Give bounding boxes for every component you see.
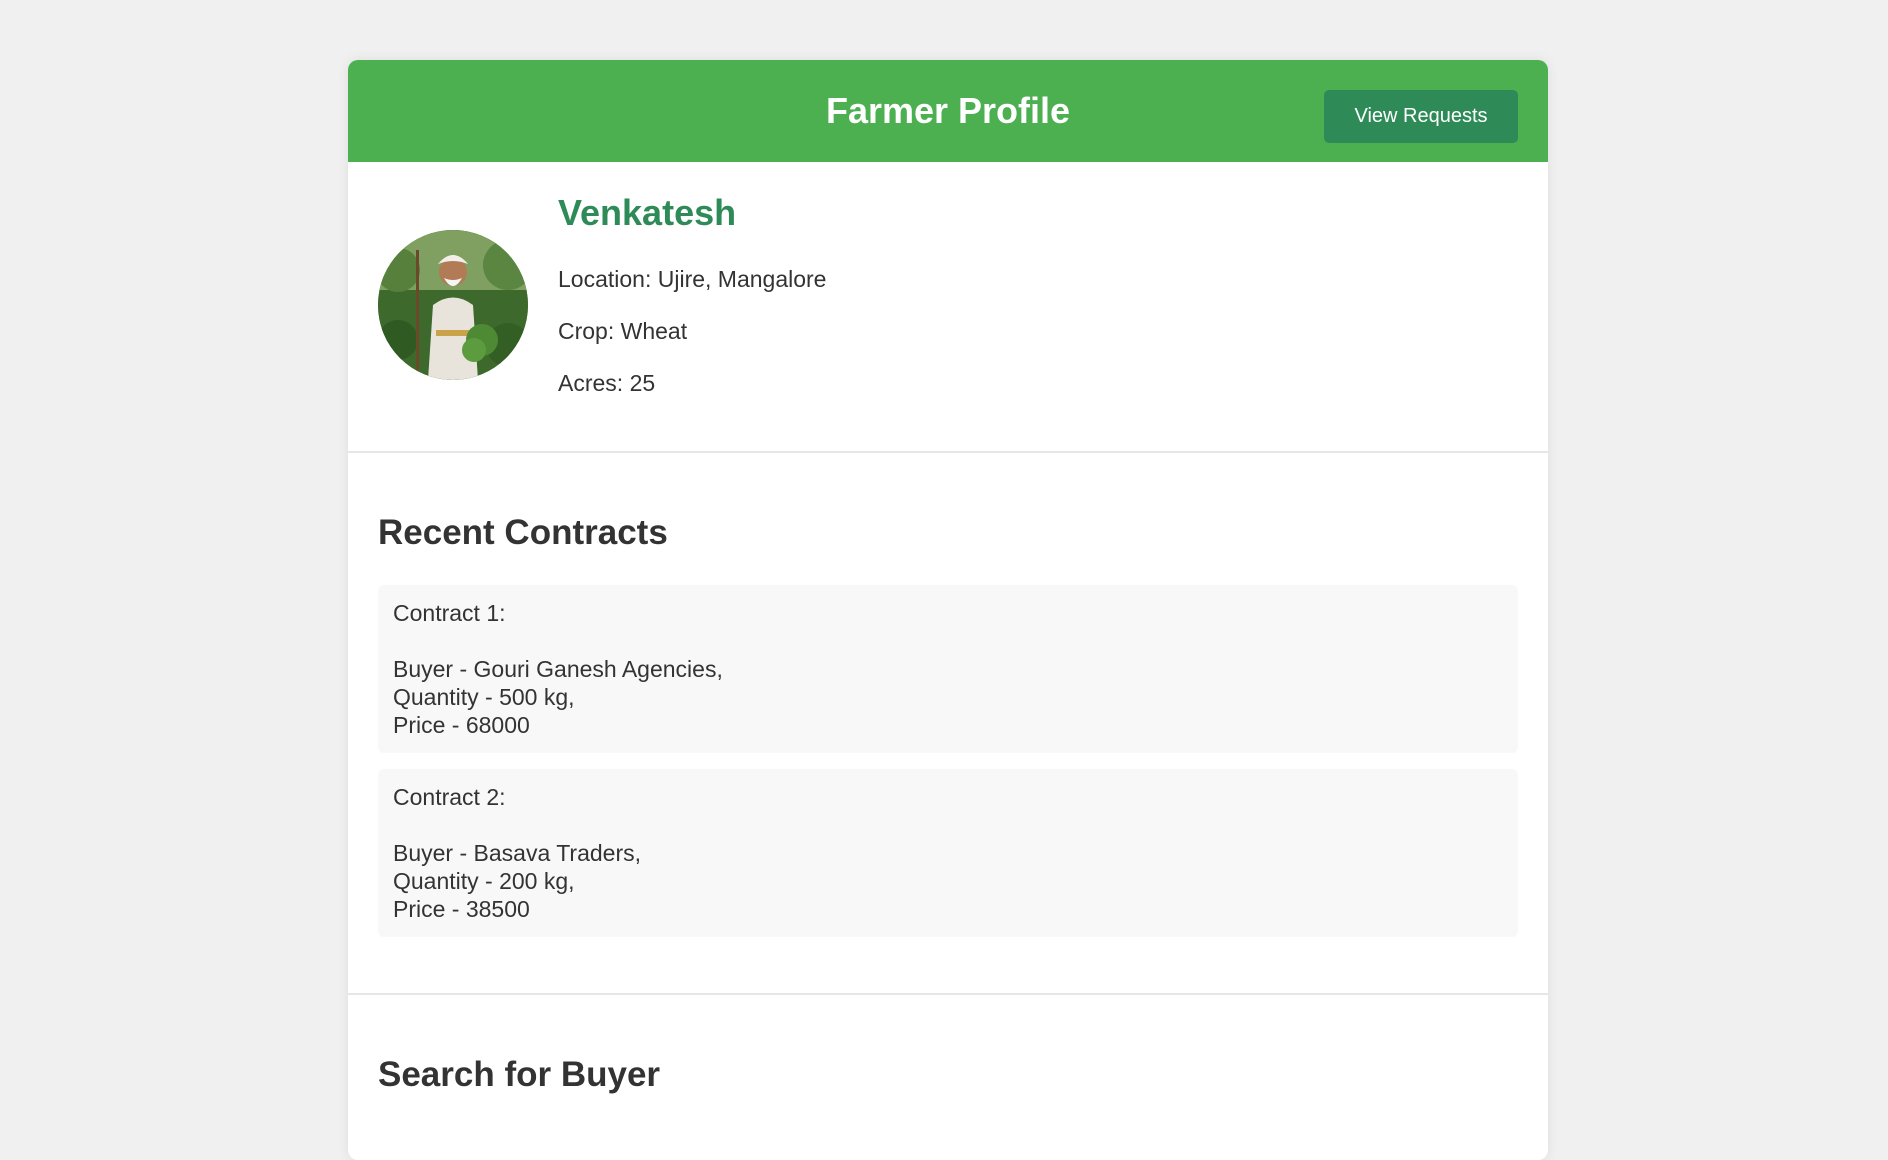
farmer-photo-icon	[378, 230, 528, 380]
header-bar: Farmer Profile View Requests	[348, 60, 1548, 162]
search-buyer-section: Search for Buyer	[348, 995, 1548, 1095]
farmer-acres: Acres: 25	[558, 370, 656, 396]
farmer-name: Venkatesh	[558, 192, 737, 233]
search-buyer-title: Search for Buyer	[378, 1055, 661, 1094]
contract-item: Contract 1: Buyer - Gouri Ganesh Agencie…	[378, 585, 1518, 753]
contract-heading: Contract 1:	[393, 600, 506, 626]
contract-buyer: Buyer - Gouri Ganesh Agencies,	[393, 656, 723, 682]
recent-contracts-title: Recent Contracts	[378, 513, 668, 552]
profile-card: Farmer Profile View Requests Venkatesh L…	[348, 60, 1548, 1160]
contract-buyer: Buyer - Basava Traders,	[393, 840, 641, 866]
contract-quantity: Quantity - 200 kg,	[393, 868, 575, 894]
contract-heading: Contract 2:	[393, 784, 506, 810]
farmer-profile-section: Venkatesh Location: Ujire, Mangalore Cro…	[348, 162, 1548, 453]
contract-price: Price - 68000	[393, 712, 530, 738]
page-title: Farmer Profile	[825, 90, 1071, 131]
contract-item: Contract 2: Buyer - Basava Traders, Quan…	[378, 769, 1518, 937]
recent-contracts-section: Recent Contracts Contract 1: Buyer - Gou…	[348, 453, 1548, 995]
contract-quantity: Quantity - 500 kg,	[393, 684, 575, 710]
contract-price: Price - 38500	[393, 896, 530, 922]
avatar	[378, 230, 528, 380]
farmer-crop: Crop: Wheat	[558, 318, 688, 344]
farmer-location: Location: Ujire, Mangalore	[558, 266, 827, 292]
view-requests-button[interactable]: View Requests	[1324, 90, 1518, 143]
